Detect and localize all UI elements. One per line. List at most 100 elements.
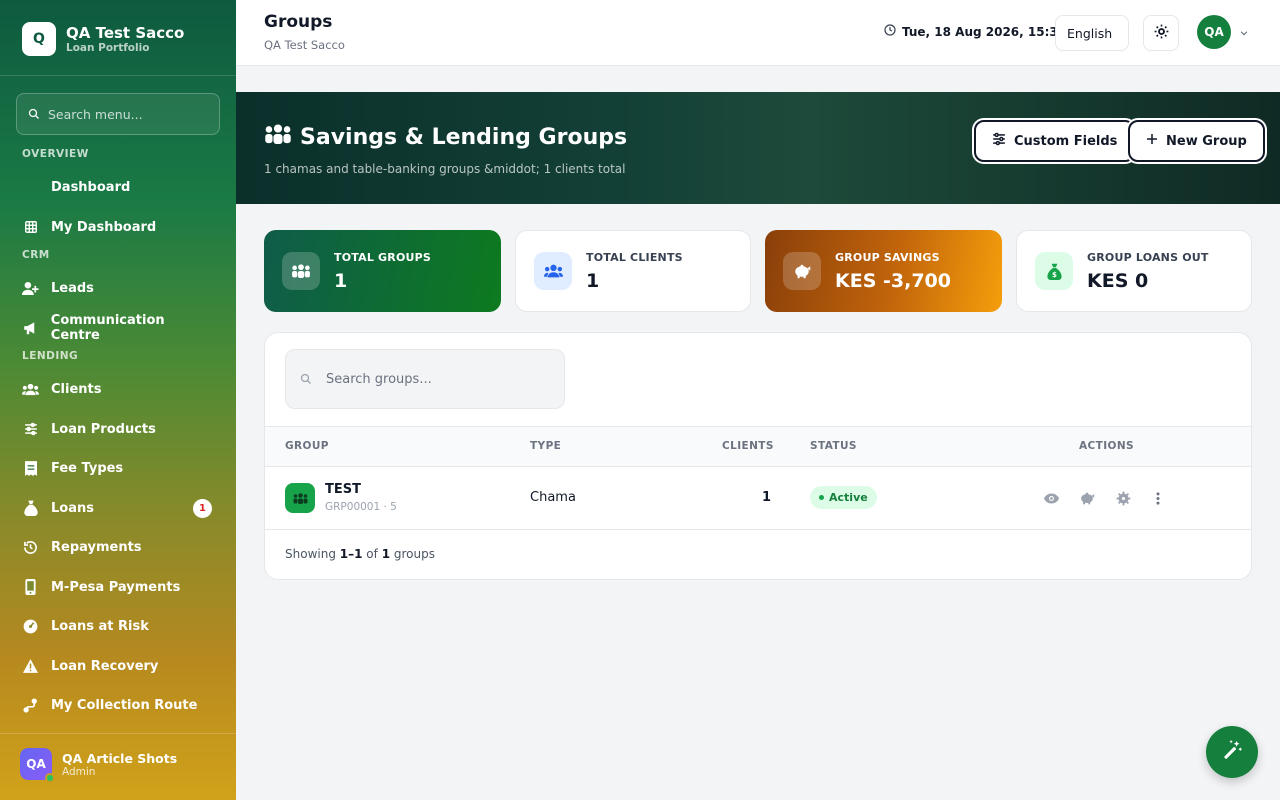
sidebar-search-input[interactable] xyxy=(48,106,208,122)
sidebar-item-mpesa-payments[interactable]: M-Pesa Payments xyxy=(22,574,216,600)
divider xyxy=(0,733,236,734)
sidebar-item-label: Communication Centre xyxy=(50,313,165,343)
loans-count-badge: 1 xyxy=(193,498,212,518)
stat-card-total-groups: TOTAL GROUPS 1 xyxy=(264,230,501,312)
sidebar-search[interactable] xyxy=(16,93,220,135)
group-search-input[interactable] xyxy=(326,371,546,387)
search-icon xyxy=(300,370,312,389)
sliders-icon xyxy=(992,132,1006,150)
megaphone-icon xyxy=(22,320,39,337)
hero-banner: Savings & Lending Groups 1 chamas and ta… xyxy=(236,92,1280,204)
sidebar-item-loans-at-risk[interactable]: Loans at Risk xyxy=(22,613,216,639)
stat-value: KES 0 xyxy=(1087,269,1149,292)
more-vertical-icon[interactable] xyxy=(1149,489,1167,507)
people-group-icon xyxy=(282,252,320,290)
column-header[interactable]: STATUS xyxy=(810,440,857,452)
gear-icon[interactable] xyxy=(1114,489,1132,507)
receipt-icon xyxy=(22,460,39,477)
stat-value: 1 xyxy=(586,269,600,292)
avatar: QA xyxy=(20,748,55,783)
warning-icon xyxy=(22,658,39,675)
theme-toggle-button[interactable] xyxy=(1143,15,1179,51)
user-menu-button[interactable]: QA xyxy=(1197,15,1249,49)
status-dot xyxy=(819,495,824,500)
sidebar-item-dashboard[interactable]: Dashboard xyxy=(22,174,216,200)
sun-icon xyxy=(1154,24,1169,43)
mobile-icon xyxy=(22,579,39,596)
sidebar-item-label: Leads xyxy=(51,280,94,296)
user-plus-icon xyxy=(22,280,39,297)
page-title: Groups xyxy=(264,12,333,32)
sidebar-item-label: Loans at Risk xyxy=(51,618,149,634)
sidebar-item-label: Clients xyxy=(51,381,102,397)
column-header[interactable]: TYPE xyxy=(530,440,561,452)
sidebar-item-loan-recovery[interactable]: Loan Recovery xyxy=(22,653,216,679)
top-bar: Groups QA Test Sacco Tue, 18 Aug 2026, 1… xyxy=(236,0,1280,66)
brand[interactable]: Q QA Test Sacco Loan Portfolio xyxy=(22,22,184,56)
sidebar-item-label: Fee Types xyxy=(51,460,124,476)
divider xyxy=(0,75,236,76)
sidebar-item-loans[interactable]: Loans 1 xyxy=(22,495,216,521)
group-clients-count: 1 xyxy=(762,490,772,505)
table-header: GROUP TYPE CLIENTS STATUS ACTIONS xyxy=(265,426,1251,467)
column-header[interactable]: GROUP xyxy=(285,440,329,452)
stat-value: 1 xyxy=(334,269,348,292)
hero-title: Savings & Lending Groups xyxy=(264,124,627,150)
eye-icon[interactable] xyxy=(1042,489,1060,507)
stat-card-total-clients: TOTAL CLIENTS 1 xyxy=(515,230,751,312)
svg-text:$: $ xyxy=(1052,270,1057,279)
page-subtitle: QA Test Sacco xyxy=(264,38,345,52)
sidebar-item-label: Loan Products xyxy=(51,421,156,437)
sidebar-item-communication-centre[interactable]: Communication Centre xyxy=(22,313,216,343)
sliders-icon xyxy=(22,421,39,438)
custom-fields-button[interactable]: Custom Fields xyxy=(974,120,1136,162)
column-header[interactable]: CLIENTS xyxy=(722,440,774,452)
clock-icon xyxy=(884,24,896,39)
datetime-display: Tue, 18 Aug 2026, 15:36 xyxy=(884,24,1066,39)
sidebar-item-my-dashboard[interactable]: My Dashboard xyxy=(22,214,216,240)
brand-logo: Q xyxy=(22,22,56,56)
stat-card-group-savings: GROUP SAVINGS KES -3,700 xyxy=(765,230,1002,312)
brand-subtitle: Loan Portfolio xyxy=(66,41,150,54)
hero-subtitle: 1 chamas and table-banking groups &middo… xyxy=(264,162,626,176)
stat-label: TOTAL GROUPS xyxy=(334,250,432,264)
sidebar-item-my-collection-route[interactable]: My Collection Route xyxy=(22,692,216,718)
route-icon xyxy=(22,697,39,714)
plus-icon xyxy=(1146,133,1158,149)
user-name: QA Article Shots xyxy=(62,750,178,766)
column-header: ACTIONS xyxy=(1079,440,1134,452)
grid-icon xyxy=(22,219,39,236)
sidebar-item-label: My Collection Route xyxy=(51,697,198,713)
sidebar-item-label: Repayments xyxy=(51,539,142,555)
sidebar-item-fee-types[interactable]: Fee Types xyxy=(22,455,216,481)
avatar: QA xyxy=(1197,15,1231,49)
section-lending: LENDING xyxy=(22,350,79,362)
sidebar-item-leads[interactable]: Leads xyxy=(22,275,216,301)
sidebar-item-clients[interactable]: Clients xyxy=(22,376,216,402)
sidebar-item-loan-products[interactable]: Loan Products xyxy=(22,416,216,442)
sidebar-item-label: Loan Recovery xyxy=(51,658,159,674)
sidebar-item-label: Loans xyxy=(51,500,94,516)
group-name[interactable]: TEST xyxy=(325,482,361,497)
sidebar-user[interactable]: QA QA Article Shots Admin xyxy=(20,748,178,783)
history-icon xyxy=(22,539,39,556)
stat-label: TOTAL CLIENTS xyxy=(586,250,683,264)
brand-name: QA Test Sacco xyxy=(66,23,185,42)
pagination-summary: Showing 1–1 of 1 groups xyxy=(285,547,435,561)
group-search[interactable] xyxy=(285,349,565,409)
language-selector[interactable]: English xyxy=(1055,15,1129,51)
magic-wand-icon xyxy=(1221,739,1243,765)
stat-value: KES -3,700 xyxy=(835,269,951,292)
stat-card-group-loans-out: $ GROUP LOANS OUT KES 0 xyxy=(1016,230,1252,312)
money-bag-icon: $ xyxy=(1035,252,1073,290)
magic-wand-button[interactable] xyxy=(1206,726,1258,778)
sidebar-item-repayments[interactable]: Repayments xyxy=(22,534,216,560)
sidebar-item-label: M-Pesa Payments xyxy=(51,579,181,595)
table-row[interactable]: TEST GRP00001 · 5 Chama 1 Active xyxy=(265,467,1251,530)
gauge-icon xyxy=(22,618,39,635)
group-type: Chama xyxy=(530,490,576,505)
group-code: GRP00001 · 5 xyxy=(325,501,397,513)
piggy-bank-icon xyxy=(783,252,821,290)
piggy-bank-icon[interactable] xyxy=(1078,489,1096,507)
new-group-button[interactable]: New Group xyxy=(1128,120,1265,162)
